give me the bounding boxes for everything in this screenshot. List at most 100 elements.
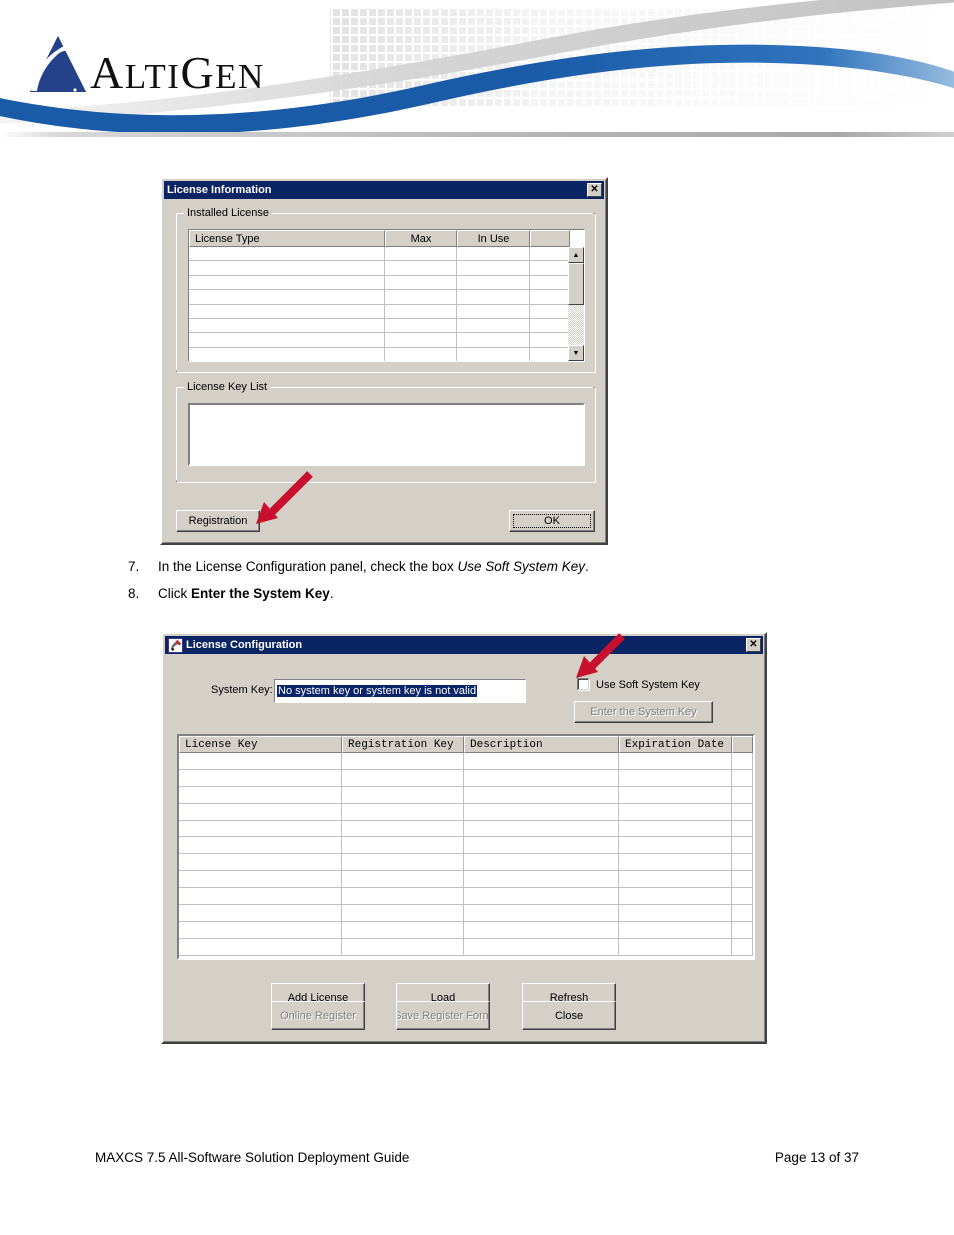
table-row[interactable] (179, 854, 753, 872)
ok-button-label: OK (544, 515, 560, 527)
table-cell (732, 871, 753, 889)
table-row[interactable] (189, 290, 584, 305)
table-cell (457, 304, 530, 319)
table-row[interactable] (179, 820, 753, 838)
installed-license-column-header[interactable]: In Use (457, 230, 530, 247)
table-cell (457, 318, 530, 334)
table-cell (619, 871, 732, 889)
table-cell (179, 905, 342, 922)
table-cell (189, 333, 385, 348)
table-cell (464, 820, 619, 838)
table-row[interactable] (179, 921, 753, 939)
table-row[interactable] (189, 275, 584, 291)
table-cell (457, 347, 530, 361)
table-cell (179, 786, 342, 804)
ok-button[interactable]: OK (509, 510, 595, 532)
table-cell (385, 261, 457, 276)
license-table[interactable]: License Key Registration Key Description Ex… (179, 736, 753, 958)
table-cell (457, 290, 530, 305)
table-row[interactable] (179, 938, 753, 956)
table-row[interactable] (189, 247, 584, 262)
system-key-input[interactable]: No system key or system key is not valid (274, 679, 526, 703)
license-table-column-header[interactable]: Expiration Date (619, 736, 732, 753)
installed-license-column-header[interactable]: License Type (189, 230, 385, 247)
close-icon[interactable]: ✕ (746, 638, 761, 652)
table-cell (530, 290, 570, 305)
footer-page-number: Page 13 of 37 (774, 1150, 859, 1165)
table-row[interactable] (179, 753, 753, 770)
step-8-lead: Click (158, 585, 191, 601)
table-cell (464, 871, 619, 889)
license-table-column-header[interactable]: Description (464, 736, 619, 753)
table-row[interactable] (179, 786, 753, 804)
table-cell (732, 905, 753, 922)
table-cell (619, 753, 732, 770)
step-7-text: In the License Configuration panel, chec… (158, 560, 828, 574)
license-information-dialog: License Information ✕ Installed License … (160, 177, 608, 545)
table-cell (342, 769, 464, 787)
close-button[interactable]: Close (522, 1001, 616, 1030)
scrollbar-track[interactable] (568, 263, 584, 345)
installed-license-table-body (189, 247, 584, 361)
online-register-button[interactable]: Online Register (271, 1001, 365, 1030)
table-row[interactable] (179, 905, 753, 922)
table-cell (342, 871, 464, 889)
table-row[interactable] (179, 888, 753, 906)
table-row[interactable] (189, 304, 584, 319)
license-information-titlebar: License Information ✕ (164, 181, 604, 199)
license-table-frame: License Key Registration Key Description Ex… (177, 734, 755, 960)
table-cell (464, 888, 619, 906)
table-cell (342, 837, 464, 855)
table-cell (189, 261, 385, 276)
table-cell (732, 786, 753, 804)
license-table-column-header[interactable]: License Key (179, 736, 342, 753)
table-cell (385, 333, 457, 348)
scroll-down-arrow-icon[interactable]: ▼ (568, 345, 584, 361)
license-key-list-box[interactable] (188, 403, 585, 466)
table-cell (457, 261, 530, 276)
save-register-form-button-label: Save Register Form (396, 1009, 490, 1022)
application-window-icon (168, 637, 183, 653)
table-row[interactable] (179, 837, 753, 855)
close-icon[interactable]: ✕ (587, 183, 602, 197)
enter-the-system-key-button[interactable]: Enter the System Key (574, 701, 713, 723)
installed-license-scrollbar[interactable]: ▲ ▼ (568, 247, 584, 361)
table-cell (619, 921, 732, 939)
installed-license-table[interactable]: License Type Max In Use (189, 230, 584, 361)
scrollbar-thumb[interactable] (568, 263, 584, 305)
table-row[interactable] (189, 261, 584, 276)
table-cell (179, 854, 342, 872)
table-row[interactable] (189, 318, 584, 334)
table-row[interactable] (179, 803, 753, 821)
altigen-logo: ALTIGEN (28, 28, 265, 96)
table-row[interactable] (189, 347, 584, 361)
installed-license-column-header[interactable]: Max (385, 230, 457, 247)
scroll-up-arrow-icon[interactable]: ▲ (568, 247, 584, 263)
table-cell (732, 769, 753, 787)
table-row[interactable] (179, 769, 753, 787)
altigen-wordmark: ALTIGEN (90, 50, 265, 96)
table-cell (464, 753, 619, 770)
table-row[interactable] (179, 871, 753, 889)
table-cell (619, 803, 732, 821)
save-register-form-button[interactable]: Save Register Form (396, 1001, 490, 1030)
table-cell (385, 275, 457, 291)
table-cell (732, 753, 753, 770)
page-header-banner: ALTIGEN (0, 0, 954, 133)
license-table-column-header[interactable] (732, 736, 753, 753)
table-cell (457, 333, 530, 348)
step-7-number: 7. (128, 559, 140, 574)
installed-license-group-label: Installed License (184, 207, 272, 219)
online-register-button-label: Online Register (280, 1009, 356, 1022)
table-cell (464, 905, 619, 922)
footer-document-title: MAXCS 7.5 All-Software Solution Deployme… (95, 1150, 410, 1165)
table-cell (342, 820, 464, 838)
table-cell (179, 753, 342, 770)
table-cell (619, 837, 732, 855)
table-row[interactable] (189, 333, 584, 348)
license-table-column-header[interactable]: Registration Key (342, 736, 464, 753)
table-cell (342, 803, 464, 821)
table-cell (619, 820, 732, 838)
logo-letters-en: EN (215, 57, 265, 96)
installed-license-column-header[interactable] (530, 230, 570, 247)
